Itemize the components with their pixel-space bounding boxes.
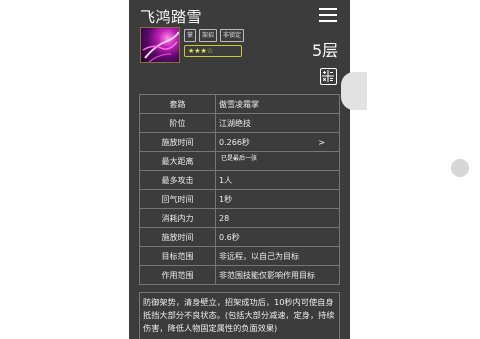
floating-circle-button[interactable]: [451, 159, 469, 177]
skill-tags: 掌 架招 非锁定: [184, 29, 245, 42]
side-drawer-handle[interactable]: [341, 72, 367, 110]
attr-key: 回气时间: [139, 189, 216, 209]
attr-value: 非范围技能仅影响作用目标: [215, 265, 340, 285]
hamburger-menu-icon[interactable]: [319, 8, 337, 22]
attr-key: 施放时间: [139, 227, 216, 247]
table-row: 套路 傲雪凌霜掌: [139, 94, 340, 114]
attr-value: 0.266秒: [219, 137, 250, 147]
calculator-icon[interactable]: [320, 68, 337, 85]
table-row: 消耗内力 28: [139, 208, 340, 228]
attr-value-cell: 0.266秒 >: [215, 132, 340, 152]
tag-badge: 架招: [199, 29, 218, 42]
attr-value: 江湖绝技: [215, 113, 340, 133]
toast-message: 已是最后一张: [221, 155, 258, 162]
attr-value: 28: [215, 208, 340, 228]
table-row: 施放时间 0.6秒: [139, 227, 340, 247]
skill-description: 防御架势，清身壁立，招架成功后，10秒内可使自身抵挡大部分不良状态。(包括大部分…: [139, 292, 340, 339]
tag-badge: 掌: [184, 29, 197, 42]
skill-title: 飞鸿踏雪: [140, 8, 203, 26]
attr-value: 1秒: [215, 189, 340, 209]
table-row: 阶位 江湖绝技: [139, 113, 340, 133]
table-row[interactable]: 施放时间 0.266秒 >: [139, 132, 340, 152]
attr-value: 非远程，以自己为目标: [215, 246, 340, 266]
tag-badge: 非锁定: [220, 29, 245, 42]
attr-key: 施放时间: [139, 132, 216, 152]
attr-key: 目标范围: [139, 246, 216, 266]
attr-key: 最大距离: [139, 151, 216, 171]
attr-value: 傲雪凌霜掌: [215, 94, 340, 114]
table-row: 最多攻击 1人: [139, 170, 340, 190]
attr-key: 最多攻击: [139, 170, 216, 190]
attr-value: 0.6秒: [215, 227, 340, 247]
layer-count: 5层: [312, 41, 339, 60]
star-rating: ★★★☆: [184, 45, 242, 57]
attr-key: 作用范围: [139, 265, 216, 285]
table-row: 目标范围 非远程，以自己为目标: [139, 246, 340, 266]
attr-key: 套路: [139, 94, 216, 114]
attr-key: 消耗内力: [139, 208, 216, 228]
table-row: 回气时间 1秒: [139, 189, 340, 209]
skill-art-icon: [140, 27, 180, 63]
chevron-right-icon[interactable]: >: [318, 138, 325, 147]
attr-key: 阶位: [139, 113, 216, 133]
attribute-table: 套路 傲雪凌霜掌 阶位 江湖绝技 施放时间 0.266秒 > 最大距离 最多攻击…: [139, 94, 340, 285]
table-row: 作用范围 非范围技能仅影响作用目标: [139, 265, 340, 285]
skill-detail-panel: 飞鸿踏雪 掌 架招 非锁定 ★★★☆ 5层 套路 傲雪凌霜掌 阶位 江湖绝技 施…: [129, 0, 350, 339]
attr-value: 1人: [215, 170, 340, 190]
